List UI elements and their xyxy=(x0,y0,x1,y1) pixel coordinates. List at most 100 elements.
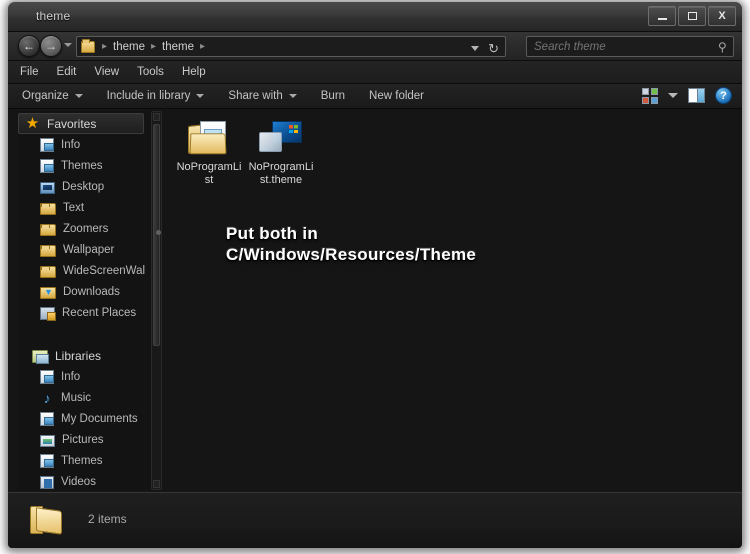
forward-arrow-icon: → xyxy=(45,39,57,53)
sidebar-group-libraries[interactable]: Libraries xyxy=(18,345,157,366)
folder-icon xyxy=(40,223,56,236)
folder-icon xyxy=(30,503,64,537)
sidebar-group-label: Favorites xyxy=(47,116,97,131)
sidebar-item-info[interactable]: Info xyxy=(18,134,157,155)
close-button[interactable]: X xyxy=(708,6,736,26)
file-list-pane[interactable]: NoProgramList NoProgramList.theme Put bo… xyxy=(164,111,740,490)
desktop-icon xyxy=(40,181,55,194)
sidebar-item-label: Videos xyxy=(61,475,96,488)
pictures-icon xyxy=(40,434,55,447)
sidebar-item-themes[interactable]: Themes xyxy=(18,155,157,176)
sidebar-item-widescreenwallpaper[interactable]: WideScreenWal xyxy=(18,260,157,281)
file-item-noprogramlist[interactable]: NoProgramList xyxy=(176,119,242,187)
menu-item-view[interactable]: View xyxy=(94,66,119,78)
sidebar-item-library-info[interactable]: Info xyxy=(18,366,157,387)
sidebar-item-text[interactable]: Text xyxy=(18,197,157,218)
file-item-label: NoProgramList.theme xyxy=(248,161,314,186)
menu-item-help[interactable]: Help xyxy=(182,66,206,78)
sidebar-item-library-themes[interactable]: Themes xyxy=(18,450,157,471)
sidebar-item-desktop[interactable]: Desktop xyxy=(18,176,157,197)
sidebar-item-label: Themes xyxy=(61,159,103,172)
refresh-icon[interactable]: ↻ xyxy=(488,41,499,56)
breadcrumb[interactable]: ▸ theme ▸ theme ▸ ↻ xyxy=(76,36,506,57)
forward-button[interactable]: → xyxy=(40,35,62,57)
document-icon xyxy=(40,412,54,426)
change-view-icon[interactable] xyxy=(642,87,658,104)
menu-item-file[interactable]: File xyxy=(20,66,39,78)
music-icon: ♪ xyxy=(43,390,51,406)
sidebar-group-favorites[interactable]: ★ Favorites xyxy=(18,113,144,134)
sidebar-item-recent-places[interactable]: Recent Places xyxy=(18,302,157,323)
menu-item-edit[interactable]: Edit xyxy=(57,66,77,78)
share-with-button[interactable]: Share with xyxy=(228,90,297,102)
sidebar-item-zoomers[interactable]: Zoomers xyxy=(18,218,157,239)
back-button[interactable]: ← xyxy=(18,35,40,57)
include-in-library-button[interactable]: Include in library xyxy=(107,90,205,102)
breadcrumb-item-2[interactable]: theme xyxy=(160,41,196,53)
close-icon: X xyxy=(718,10,726,22)
address-bar: ← → ▸ theme ▸ theme ▸ ↻ ⚲ xyxy=(8,32,742,61)
sidebar-item-pictures[interactable]: Pictures xyxy=(18,429,157,450)
chevron-down-icon xyxy=(196,94,205,98)
sidebar-item-label: WideScreenWal xyxy=(63,264,146,277)
document-icon xyxy=(40,370,54,384)
sidebar-item-label: Desktop xyxy=(62,180,105,193)
minimize-icon xyxy=(657,17,667,20)
toolbar: Organize Include in library Share with B… xyxy=(8,84,742,109)
toolbar-right-group: ? xyxy=(642,87,732,104)
maximize-icon xyxy=(687,12,697,20)
theme-file-icon xyxy=(259,119,303,157)
sidebar-item-wallpaper[interactable]: Wallpaper xyxy=(18,239,157,260)
sidebar-item-label: Text xyxy=(63,201,85,214)
search-box[interactable]: ⚲ xyxy=(526,36,734,57)
window-title: theme xyxy=(36,9,71,23)
chevron-down-icon[interactable] xyxy=(471,46,479,51)
sidebar-item-music[interactable]: ♪ Music xyxy=(18,387,157,408)
organize-button[interactable]: Organize xyxy=(22,90,83,102)
burn-button[interactable]: Burn xyxy=(321,90,345,102)
scroll-up-icon[interactable] xyxy=(153,113,160,121)
preview-pane-icon[interactable] xyxy=(688,88,705,103)
folder-icon xyxy=(81,38,95,53)
minimize-button[interactable] xyxy=(648,6,676,26)
breadcrumb-item-1[interactable]: theme xyxy=(111,41,147,53)
organize-label: Organize xyxy=(22,90,69,102)
sidebar-item-my-documents[interactable]: My Documents xyxy=(18,408,157,429)
search-icon[interactable]: ⚲ xyxy=(718,40,727,54)
chevron-down-icon xyxy=(74,94,83,98)
sidebar-item-label: Info xyxy=(61,138,81,151)
breadcrumb-separator: ▸ xyxy=(200,41,206,52)
libraries-icon xyxy=(32,350,49,364)
chevron-down-icon xyxy=(288,94,297,98)
history-dropdown-icon[interactable] xyxy=(64,43,72,47)
sidebar-scrollbar[interactable] xyxy=(151,111,162,490)
folder-icon xyxy=(40,244,56,257)
document-icon xyxy=(40,454,54,468)
breadcrumb-separator: ▸ xyxy=(102,41,108,52)
menu-item-tools[interactable]: Tools xyxy=(137,66,164,78)
video-icon xyxy=(40,476,54,489)
maximize-button[interactable] xyxy=(678,6,706,26)
sidebar-item-label: Music xyxy=(61,391,92,404)
title-bar: theme X xyxy=(8,2,742,32)
search-input[interactable] xyxy=(527,39,719,54)
include-in-library-label: Include in library xyxy=(106,90,191,102)
sidebar-item-downloads[interactable]: Downloads xyxy=(18,281,157,302)
sidebar-item-label: Zoomers xyxy=(63,222,109,235)
scroll-down-icon[interactable] xyxy=(153,480,160,488)
body-region: ★ Favorites Info Themes Desktop Text Zoo… xyxy=(8,109,742,492)
file-item-noprogramlist-theme[interactable]: NoProgramList.theme xyxy=(248,119,314,187)
view-dropdown-icon[interactable] xyxy=(668,93,678,98)
help-icon[interactable]: ? xyxy=(715,87,732,104)
sidebar-item-videos[interactable]: Videos xyxy=(18,471,157,490)
annotation-line-2: C/Windows/Resources/Theme xyxy=(226,245,477,264)
annotation-line-1: Put both in xyxy=(226,224,319,243)
folder-with-picture-icon xyxy=(188,119,230,157)
new-folder-button[interactable]: New folder xyxy=(369,90,424,102)
sidebar-item-label: Info xyxy=(61,370,81,383)
folder-icon xyxy=(40,265,56,278)
sidebar-scrollbar-thumb[interactable] xyxy=(153,124,161,346)
sidebar-item-label: Themes xyxy=(61,454,103,467)
share-with-label: Share with xyxy=(228,90,283,102)
star-icon: ★ xyxy=(25,114,40,132)
